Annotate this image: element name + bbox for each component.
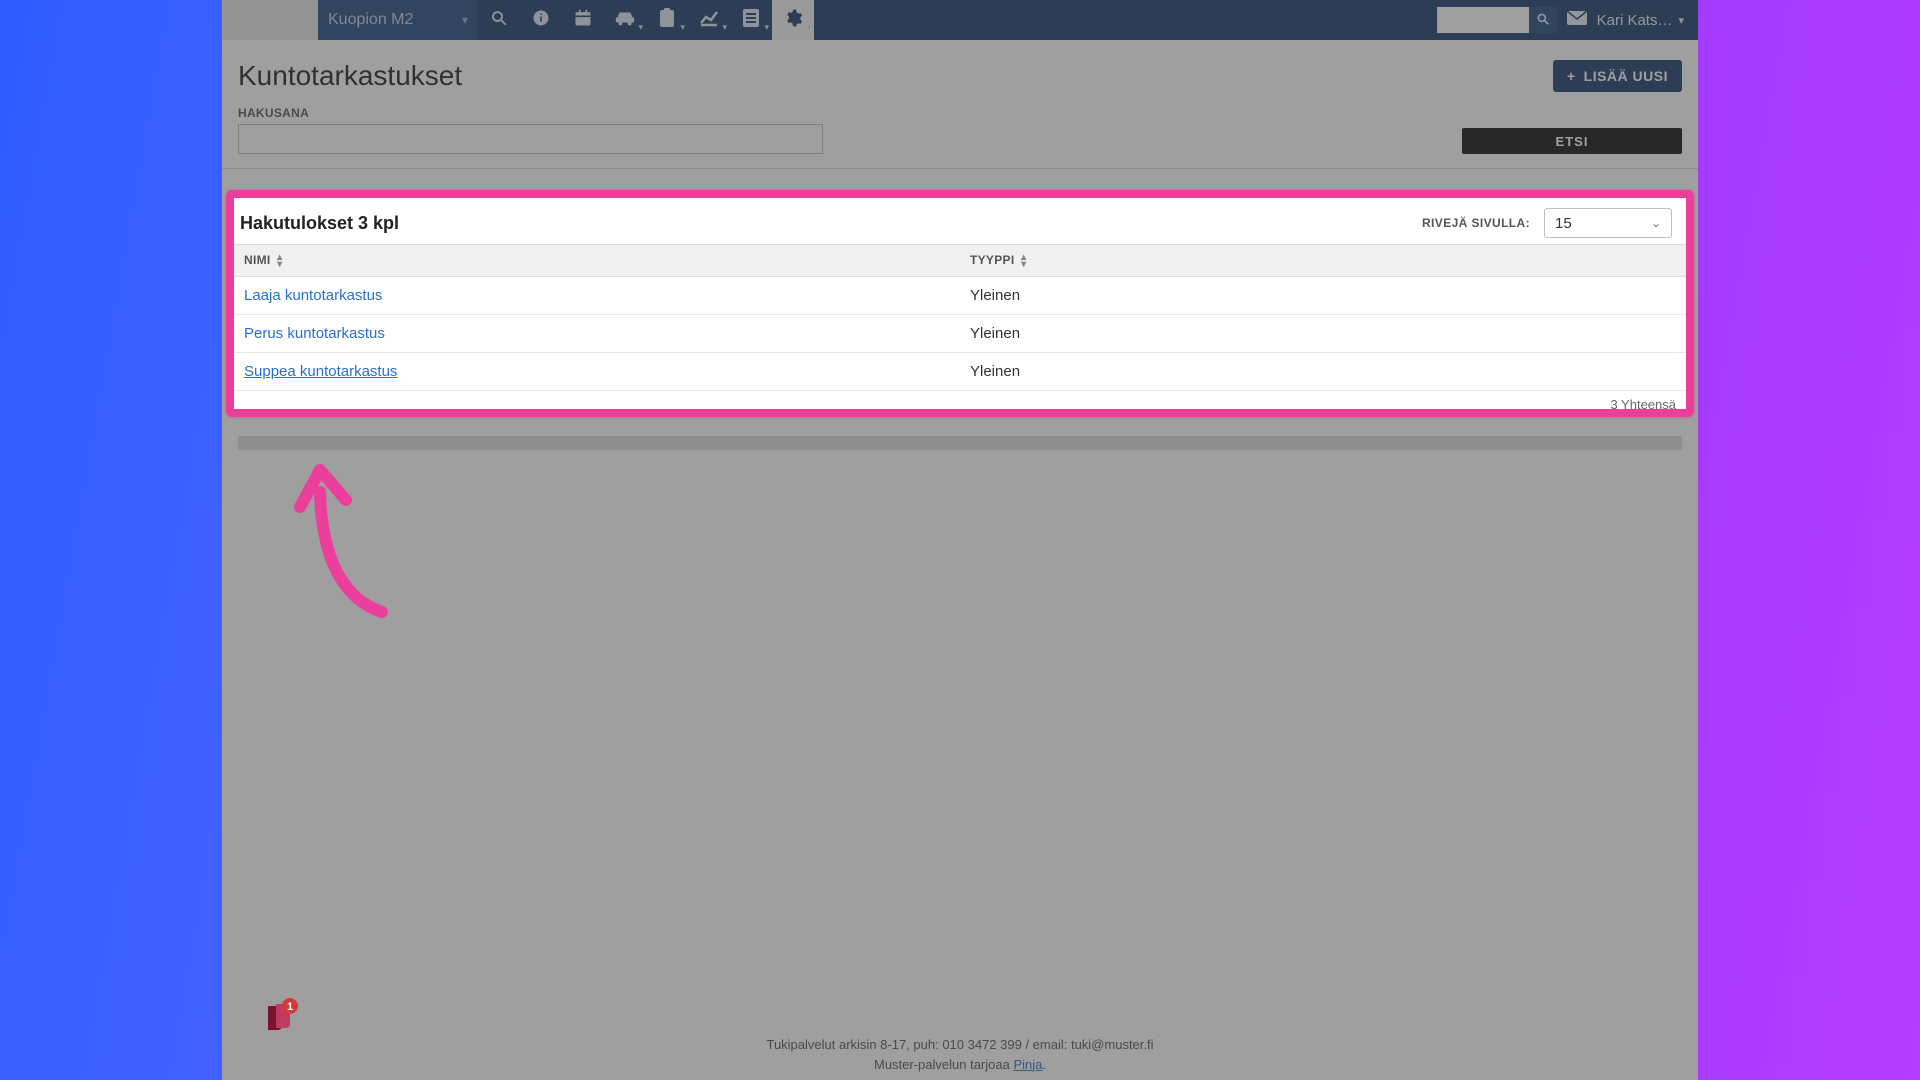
results-table: NIMI ▴▾ TYYPPI ▴▾ Laaja kuntotarkastus Y…	[234, 244, 1686, 391]
chevron-down-icon: ▾	[1678, 14, 1684, 27]
car-icon	[614, 9, 636, 32]
table-row: Suppea kuntotarkastus Yleinen	[234, 352, 1686, 390]
search-button[interactable]: ETSI	[1462, 128, 1682, 154]
row-name-link[interactable]: Laaja kuntotarkastus	[244, 287, 382, 304]
calendar-icon	[573, 8, 593, 33]
clipboard-icon	[659, 8, 675, 33]
filter-row: HAKUSANA ETSI	[222, 102, 1698, 169]
nav-info-button[interactable]	[520, 0, 562, 40]
col-header-name[interactable]: NIMI ▴▾	[234, 245, 960, 277]
list-icon	[743, 9, 759, 32]
global-search-button[interactable]	[1529, 7, 1557, 33]
plus-icon: +	[1567, 68, 1576, 84]
nav-mail-button[interactable]	[1557, 10, 1597, 30]
info-icon	[532, 9, 550, 32]
chevron-down-icon: ▾	[462, 13, 468, 27]
rows-per-page: RIVEJÄ SIVULLA: 15 ⌄	[1422, 208, 1672, 238]
navbar: Kuopion M2 ▾	[222, 0, 1698, 40]
logo	[222, 0, 318, 40]
app-frame: Kuopion M2 ▾	[222, 0, 1698, 1080]
chart-icon	[699, 9, 719, 32]
user-menu[interactable]: Kari Kats… ▾	[1597, 12, 1684, 29]
org-selected-label: Kuopion M2	[328, 11, 413, 29]
footer-provider-link[interactable]: Pinja	[1013, 1057, 1042, 1072]
mail-icon	[1567, 10, 1587, 30]
table-row: Laaja kuntotarkastus Yleinen	[234, 276, 1686, 314]
row-type: Yleinen	[960, 276, 1686, 314]
nav-clipboard-button[interactable]	[646, 0, 688, 40]
notification-badge[interactable]: 1	[256, 994, 302, 1040]
org-selector[interactable]: Kuopion M2 ▾	[318, 0, 478, 40]
add-new-button[interactable]: + LISÄÄ UUSI	[1553, 60, 1682, 92]
results-title: Hakutulokset 3 kpl	[238, 213, 399, 234]
nav-right: Kari Kats… ▾	[1437, 7, 1698, 33]
table-row: Perus kuntotarkastus Yleinen	[234, 314, 1686, 352]
row-type: Yleinen	[960, 314, 1686, 352]
search-label: HAKUSANA	[238, 106, 823, 120]
nav-calendar-button[interactable]	[562, 0, 604, 40]
svg-text:1: 1	[287, 1001, 293, 1013]
gear-icon	[783, 8, 803, 33]
nav-icons	[478, 0, 814, 40]
sort-icon: ▴▾	[1021, 254, 1026, 268]
sort-icon: ▴▾	[277, 254, 282, 268]
footer-line2: Muster-palvelun tarjoaa Pinja.	[222, 1055, 1698, 1075]
app-footer: Tukipalvelut arkisin 8-17, puh: 010 3472…	[222, 1035, 1698, 1074]
search-icon	[490, 9, 508, 32]
global-search	[1437, 7, 1557, 33]
rows-per-page-label: RIVEJÄ SIVULLA:	[1422, 216, 1530, 230]
chevron-down-icon: ⌄	[1651, 216, 1661, 230]
search-button-label: ETSI	[1556, 134, 1589, 149]
global-search-input[interactable]	[1437, 7, 1529, 33]
footer-line1: Tukipalvelut arkisin 8-17, puh: 010 3472…	[222, 1035, 1698, 1055]
results-footer: 3 Yhteensä	[234, 391, 1686, 409]
nav-settings-button[interactable]	[772, 0, 814, 40]
nav-list-button[interactable]	[730, 0, 772, 40]
content-divider	[238, 436, 1682, 450]
search-input[interactable]	[238, 124, 823, 154]
row-name-link[interactable]: Suppea kuntotarkastus	[244, 363, 397, 380]
results-panel: Hakutulokset 3 kpl RIVEJÄ SIVULLA: 15 ⌄ …	[226, 190, 1694, 417]
nav-vehicle-button[interactable]	[604, 0, 646, 40]
add-new-label: LISÄÄ UUSI	[1584, 68, 1668, 84]
nav-reports-button[interactable]	[688, 0, 730, 40]
page-body: Kuntotarkastukset + LISÄÄ UUSI HAKUSANA …	[222, 40, 1698, 169]
search-icon	[1536, 12, 1550, 29]
nav-search-button[interactable]	[478, 0, 520, 40]
row-name-link[interactable]: Perus kuntotarkastus	[244, 325, 385, 342]
page-title: Kuntotarkastukset	[238, 60, 462, 92]
page-header: Kuntotarkastukset + LISÄÄ UUSI	[222, 40, 1698, 102]
search-field: HAKUSANA	[238, 106, 823, 154]
row-type: Yleinen	[960, 352, 1686, 390]
results-header: Hakutulokset 3 kpl RIVEJÄ SIVULLA: 15 ⌄	[234, 198, 1686, 244]
rows-per-page-select[interactable]: 15 ⌄	[1544, 208, 1672, 238]
col-header-type[interactable]: TYYPPI ▴▾	[960, 245, 1686, 277]
user-name: Kari Kats…	[1597, 12, 1673, 29]
rows-per-page-value: 15	[1555, 215, 1572, 232]
